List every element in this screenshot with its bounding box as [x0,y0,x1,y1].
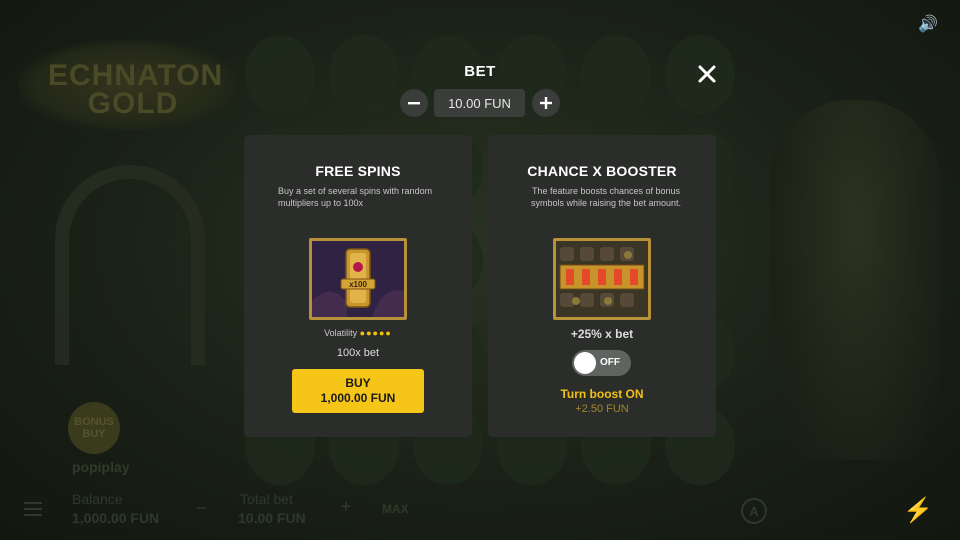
increase-bet-button[interactable] [532,89,560,117]
autoplay-button[interactable]: A [741,498,767,524]
brand-logo: popiplay [72,459,130,475]
volatility-row: Volatility ●●●●● [244,328,472,338]
booster-card: CHANCE X BOOSTER The feature boosts chan… [488,135,716,437]
multiplier-text: 100x bet [336,347,380,359]
booster-title: CHANCE X BOOSTER [527,163,677,179]
turbo-icon[interactable]: ⚡ [903,496,933,525]
boost-extra-cost: +2.50 FUN [575,403,629,415]
bet-title: BET [464,63,496,80]
free-spins-card: FREE SPINS Buy a set of several spins wi… [244,135,472,437]
boost-toggle[interactable]: OFF [572,350,631,376]
free-spins-description: Buy a set of several spins with random m… [278,186,433,208]
buy-free-spins-button[interactable]: BUY 1,000.00 FUN [292,369,424,413]
svg-text:x100: x100 [349,280,367,289]
bottom-bar: Balance 1,000.00 FUN − Total bet 10.00 F… [0,488,960,540]
menu-icon[interactable] [24,502,42,516]
total-bet-label: Total bet [240,491,293,507]
boost-percentage: +25% x bet [570,327,634,341]
buy-label: BUY [345,376,371,390]
bet-value-display: 10.00 FUN [434,89,525,117]
max-bet-button[interactable]: MAX [382,502,409,516]
close-icon[interactable] [694,61,720,87]
booster-image [553,238,651,320]
decrease-bet-icon[interactable]: − [196,498,207,519]
total-bet-value: 10.00 FUN [238,510,306,526]
turn-boost-on-label: Turn boost ON [560,387,644,401]
pharaoh-figure [770,100,940,460]
decrease-bet-button[interactable] [400,89,428,117]
toggle-knob [574,352,596,374]
toggle-state-label: OFF [600,357,620,368]
sound-icon[interactable]: 🔊 [918,14,938,34]
volatility-label: Volatility [324,328,358,338]
minus-icon [408,102,420,105]
balance-value: 1,000.00 FUN [72,510,160,526]
bonus-buy-button[interactable]: BONUS BUY [68,402,120,454]
booster-description: The feature boosts chances of bonus symb… [530,186,682,208]
increase-bet-icon[interactable]: + [340,496,352,519]
buy-price: 1,000.00 FUN [320,391,396,405]
free-spins-image: x100 [309,238,407,320]
free-spins-title: FREE SPINS [315,163,401,179]
plus-icon [540,97,552,109]
volatility-dots: ●●●●● [359,328,392,338]
background-arch [55,165,205,365]
balance-label: Balance [72,491,123,507]
